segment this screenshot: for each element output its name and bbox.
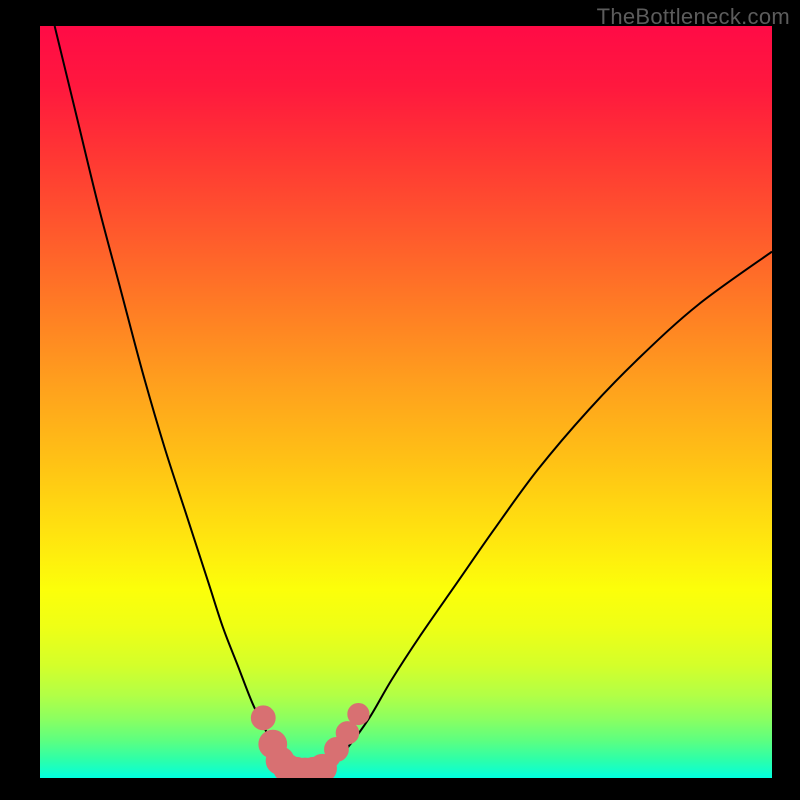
watermark-text: TheBottleneck.com [597,4,790,30]
data-marker [336,722,358,744]
chart-frame: TheBottleneck.com [0,0,800,800]
series-left-curve [55,26,289,763]
data-marker [348,703,369,724]
plot-area [40,26,772,778]
series-right-curve [333,252,772,763]
data-marker [251,706,275,730]
curve-layer [40,26,772,778]
